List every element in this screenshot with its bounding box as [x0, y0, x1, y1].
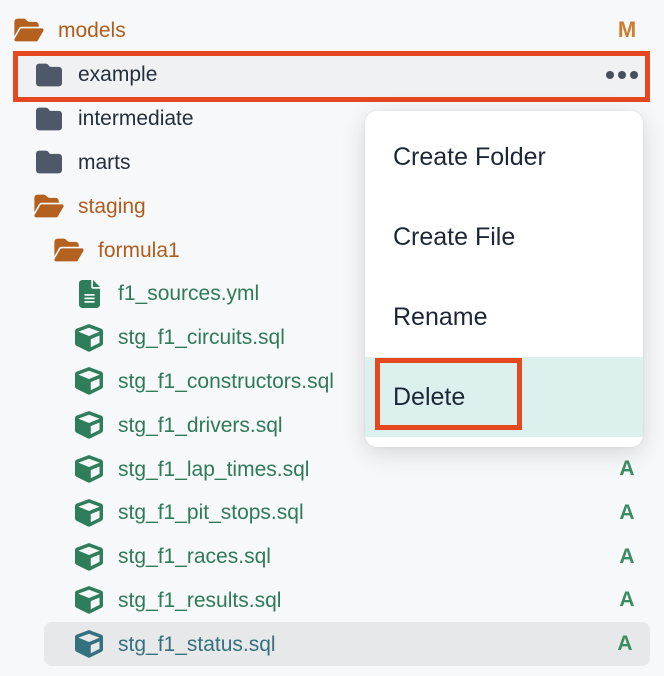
- menu-item-create-folder[interactable]: Create Folder: [365, 117, 643, 197]
- tree-item-label: stg_f1_races.sql: [118, 546, 271, 567]
- menu-item-delete[interactable]: Delete: [365, 357, 643, 437]
- folder-open-icon: [14, 15, 44, 45]
- tree-item-label: stg_f1_results.sql: [118, 590, 281, 611]
- tree-item-example[interactable]: example: [16, 53, 648, 97]
- menu-item-rename[interactable]: Rename: [365, 277, 643, 357]
- tree-item-stg-f1-lap-times[interactable]: stg_f1_lap_times.sql A: [0, 447, 664, 491]
- tree-item-models[interactable]: models M: [0, 7, 664, 53]
- tree-item-stg-f1-status[interactable]: stg_f1_status.sql A: [44, 622, 650, 666]
- git-status-badge: A: [614, 545, 640, 569]
- tree-item-label: stg_f1_status.sql: [118, 634, 276, 655]
- tree-item-label: stg_f1_pit_stops.sql: [118, 502, 304, 523]
- tree-item-stg-f1-results[interactable]: stg_f1_results.sql A: [0, 579, 664, 623]
- model-cube-icon: [74, 585, 104, 615]
- git-status-badge: A: [614, 457, 640, 481]
- folder-closed-icon: [34, 104, 64, 134]
- model-cube-icon: [74, 366, 104, 396]
- git-status-badge: A: [614, 501, 640, 525]
- tree-item-label: stg_f1_lap_times.sql: [118, 459, 309, 480]
- folder-open-icon: [34, 191, 64, 221]
- menu-item-create-file[interactable]: Create File: [365, 197, 643, 277]
- model-cube-icon: [74, 323, 104, 353]
- tree-item-label: formula1: [98, 240, 180, 261]
- tree-item-label: intermediate: [78, 108, 194, 129]
- tree-item-label: f1_sources.yml: [118, 283, 259, 304]
- model-cube-icon: [74, 454, 104, 484]
- git-status-badge: A: [612, 632, 638, 656]
- tree-item-label: stg_f1_constructors.sql: [118, 371, 334, 392]
- folder-closed-icon: [34, 60, 64, 90]
- tree-item-label: models: [58, 20, 126, 41]
- folder-closed-icon: [34, 147, 64, 177]
- folder-open-icon: [54, 235, 84, 265]
- tree-item-stg-f1-pit-stops[interactable]: stg_f1_pit_stops.sql A: [0, 491, 664, 535]
- model-cube-icon: [74, 629, 104, 659]
- model-cube-icon: [74, 410, 104, 440]
- tree-item-label: staging: [78, 196, 146, 217]
- row-actions-ellipsis-icon[interactable]: [602, 65, 642, 85]
- git-status-badge: M: [614, 17, 640, 43]
- tree-item-label: stg_f1_drivers.sql: [118, 415, 283, 436]
- tree-item-label: example: [78, 64, 157, 85]
- tree-item-stg-f1-races[interactable]: stg_f1_races.sql A: [0, 535, 664, 579]
- model-cube-icon: [74, 542, 104, 572]
- tree-item-label: marts: [78, 152, 131, 173]
- tree-item-label: stg_f1_circuits.sql: [118, 327, 285, 348]
- model-cube-icon: [74, 498, 104, 528]
- context-menu: Create Folder Create File Rename Delete: [365, 111, 643, 447]
- yaml-file-icon: [74, 279, 104, 309]
- git-status-badge: A: [614, 588, 640, 612]
